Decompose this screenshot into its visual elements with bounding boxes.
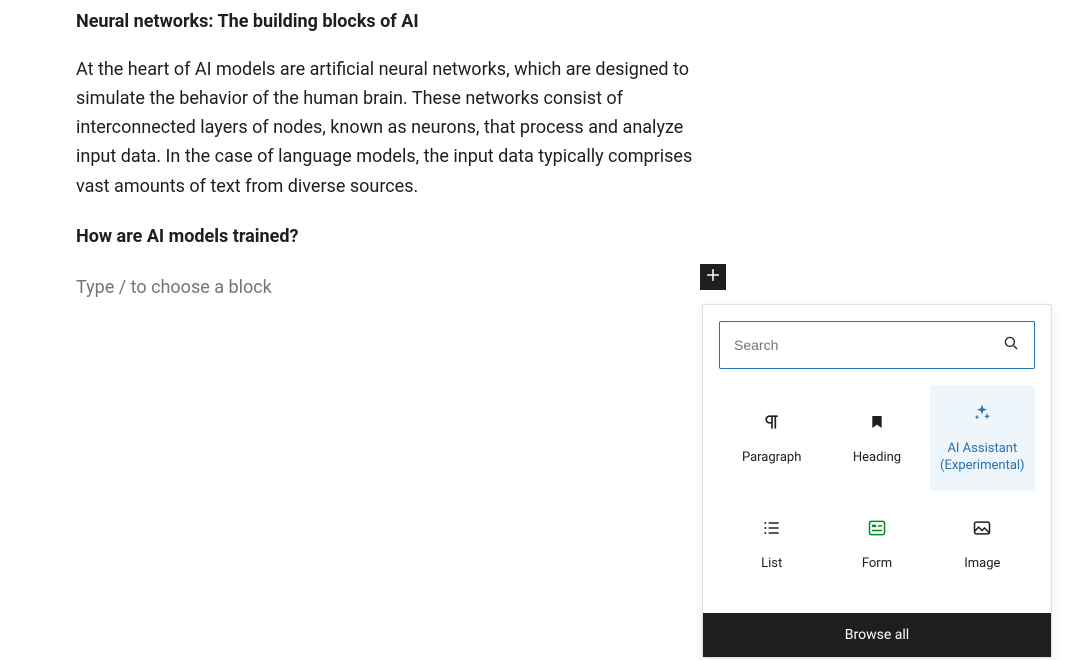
paragraph-icon <box>760 410 784 434</box>
browse-all-button[interactable]: Browse all <box>703 613 1051 657</box>
image-icon <box>970 516 994 540</box>
block-label: Paragraph <box>742 450 801 467</box>
sparkle-icon <box>970 401 994 425</box>
block-label: AI Assistant (Experimental) <box>934 441 1031 475</box>
block-option-heading[interactable]: Heading <box>824 385 929 491</box>
empty-block[interactable]: Type / to choose a block <box>76 274 700 303</box>
plus-icon <box>703 265 723 289</box>
heading-icon <box>865 410 889 434</box>
heading-block[interactable]: Neural networks: The building blocks of … <box>76 8 700 35</box>
search-input[interactable] <box>734 337 994 353</box>
block-option-paragraph[interactable]: Paragraph <box>719 385 824 491</box>
blocks-grid: Paragraph Heading AI Assistant (Experime… <box>703 385 1051 613</box>
block-option-image[interactable]: Image <box>930 491 1035 597</box>
block-placeholder-text: Type / to choose a block <box>76 277 272 298</box>
search-icon <box>1002 334 1020 356</box>
search-wrapper <box>703 305 1051 385</box>
paragraph-block[interactable]: At the heart of AI models are artificial… <box>76 55 700 201</box>
list-icon <box>760 516 784 540</box>
block-label: Image <box>964 556 1000 573</box>
search-box <box>719 321 1035 369</box>
form-icon <box>865 516 889 540</box>
block-label: List <box>761 556 782 573</box>
editor-content: Neural networks: The building blocks of … <box>0 0 700 303</box>
block-option-form[interactable]: Form <box>824 491 929 597</box>
add-block-button[interactable] <box>700 264 726 290</box>
block-option-list[interactable]: List <box>719 491 824 597</box>
heading-block[interactable]: How are AI models trained? <box>76 223 700 250</box>
block-option-ai-assistant[interactable]: AI Assistant (Experimental) <box>930 385 1035 491</box>
block-label: Heading <box>853 450 901 467</box>
block-inserter-popover: Paragraph Heading AI Assistant (Experime… <box>702 304 1052 658</box>
block-label: Form <box>862 556 892 573</box>
